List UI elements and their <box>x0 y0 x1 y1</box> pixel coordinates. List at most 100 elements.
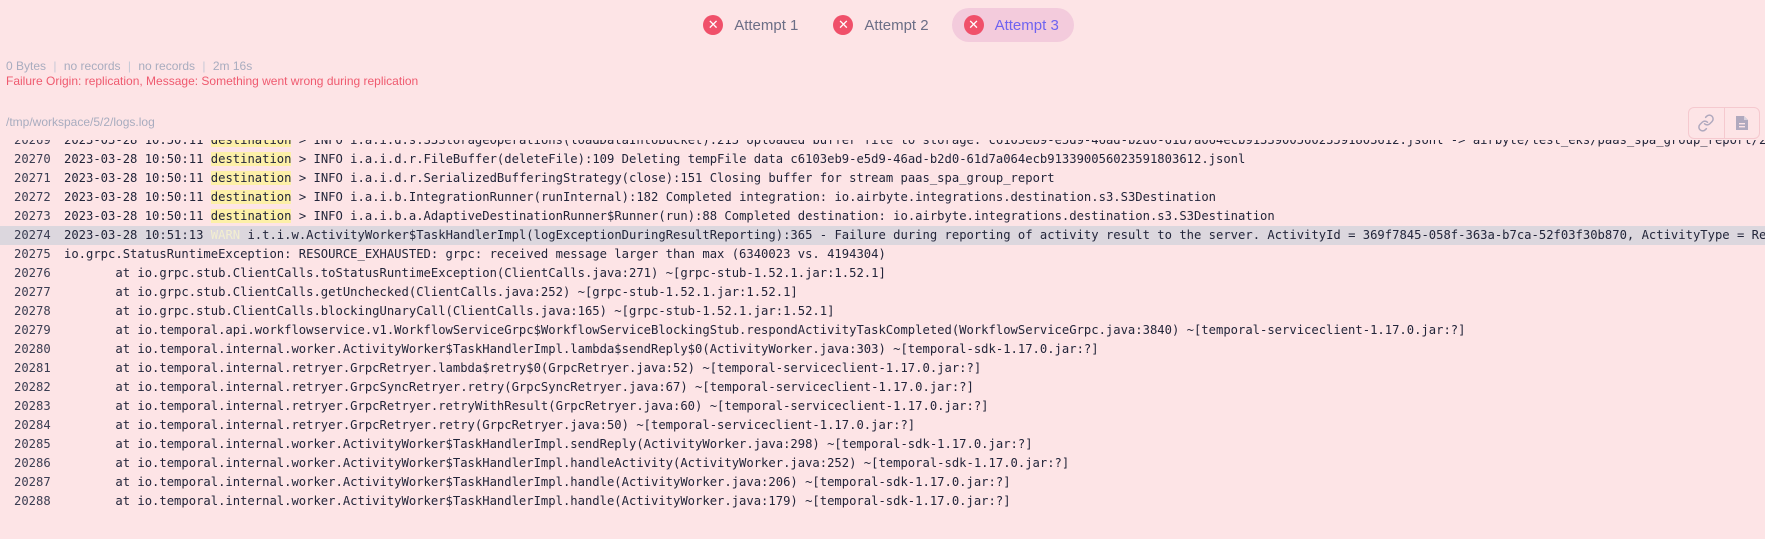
line-number: 20273 <box>14 209 51 223</box>
attempt-summary: 0 Bytes | no records | no records | 2m 1… <box>6 59 252 73</box>
records-emitted: no records <box>63 59 121 73</box>
x-circle-icon: ✕ <box>703 15 724 35</box>
log-message: io.grpc.StatusRuntimeException: RESOURCE… <box>64 247 886 261</box>
log-text: 2023-03-28 10:50:11 destination > INFO i… <box>64 188 1216 207</box>
line-number: 20275 <box>14 247 51 261</box>
log-text: 2023-03-28 10:51:13 WARN i.t.i.w.Activit… <box>64 226 1765 245</box>
x-circle-icon: ✕ <box>963 15 984 35</box>
log-line: 20269 2023-03-28 10:50:11 destination > I… <box>0 140 1765 150</box>
log-message: at io.temporal.internal.retryer.GrpcSync… <box>64 380 974 394</box>
log-text: at io.temporal.internal.worker.ActivityW… <box>64 473 1011 492</box>
log-message: at io.temporal.internal.worker.ActivityW… <box>64 342 1099 356</box>
log-message: > INFO i.a.i.b.IntegrationRunner(runInte… <box>291 190 1217 204</box>
log-line: 20271 2023-03-28 10:50:11 destination > I… <box>0 169 1765 188</box>
copy-link-button[interactable] <box>1689 108 1724 138</box>
log-message: i.t.i.w.ActivityWorker$TaskHandlerImpl(l… <box>240 228 1765 242</box>
tab-label: Attempt 2 <box>864 16 929 34</box>
log-message: > INFO i.a.i.d.r.FileBuffer(deleteFile):… <box>291 152 1246 166</box>
log-timestamp: 2023-03-28 10:50:11 <box>64 190 204 204</box>
log-line: 20276 at io.grpc.stub.ClientCalls.toStat… <box>0 264 1765 283</box>
log-text: at io.grpc.stub.ClientCalls.blockingUnar… <box>64 302 834 321</box>
log-text: at io.temporal.internal.worker.ActivityW… <box>64 454 1069 473</box>
log-timestamp: 2023-03-28 10:50:11 <box>64 140 204 147</box>
log-text: at io.temporal.api.workflowservice.v1.Wo… <box>64 321 1465 340</box>
x-circle-icon: ✕ <box>833 15 854 35</box>
log-line: 20284 at io.temporal.internal.retryer.Gr… <box>0 416 1765 435</box>
file-icon <box>1735 116 1748 130</box>
line-number: 20282 <box>14 380 51 394</box>
log-line: 20272 2023-03-28 10:50:11 destination > I… <box>0 188 1765 207</box>
log-source-tag: destination <box>210 190 292 204</box>
log-text: at io.temporal.internal.worker.ActivityW… <box>64 340 1099 359</box>
log-line: 20277 at io.grpc.stub.ClientCalls.getUnc… <box>0 283 1765 302</box>
tab-attempt-3[interactable]: ✕ Attempt 3 <box>951 8 1074 42</box>
log-message: at io.grpc.stub.ClientCalls.getUnchecked… <box>64 285 798 299</box>
tab-attempt-1[interactable]: ✕ Attempt 1 <box>691 8 813 42</box>
log-file-path: /tmp/workspace/5/2/logs.log <box>6 115 155 129</box>
line-number: 20276 <box>14 266 51 280</box>
line-number: 20274 <box>14 228 51 242</box>
log-line: 20275 io.grpc.StatusRuntimeException: RES… <box>0 245 1765 264</box>
log-message: at io.temporal.api.workflowservice.v1.Wo… <box>64 323 1466 337</box>
log-line: 20281 at io.temporal.internal.retryer.Gr… <box>0 359 1765 378</box>
log-text: at io.temporal.internal.retryer.GrpcRetr… <box>64 359 981 378</box>
line-number: 20281 <box>14 361 51 375</box>
log-text: 2023-03-28 10:50:11 destination > INFO i… <box>64 207 1275 226</box>
line-number: 20271 <box>14 171 51 185</box>
log-actions <box>1688 107 1760 139</box>
log-line: 20270 2023-03-28 10:50:11 destination > I… <box>0 150 1765 169</box>
log-text: io.grpc.StatusRuntimeException: RESOURCE… <box>64 245 886 264</box>
line-number: 20272 <box>14 190 51 204</box>
line-number: 20269 <box>14 140 51 147</box>
log-message: at io.temporal.internal.worker.ActivityW… <box>64 494 1011 508</box>
log-text: at io.grpc.stub.ClientCalls.toStatusRunt… <box>64 264 886 283</box>
line-number: 20270 <box>14 152 51 166</box>
log-message: > INFO i.a.i.d.r.SerializedBufferingStra… <box>291 171 1055 185</box>
log-source-tag: destination <box>210 171 292 185</box>
log-text: 2023-03-28 10:50:11 destination > INFO i… <box>64 169 1055 188</box>
log-text: 2023-03-28 10:50:11 destination > INFO i… <box>64 140 1765 150</box>
records-committed: no records <box>138 59 196 73</box>
log-message: at io.grpc.stub.ClientCalls.toStatusRunt… <box>64 266 886 280</box>
log-timestamp: 2023-03-28 10:50:11 <box>64 171 204 185</box>
link-icon <box>1698 114 1715 132</box>
log-text: at io.temporal.internal.retryer.GrpcRetr… <box>64 416 915 435</box>
log-text: at io.grpc.stub.ClientCalls.getUnchecked… <box>64 283 798 302</box>
log-message: at io.temporal.internal.worker.ActivityW… <box>64 437 1033 451</box>
line-number: 20278 <box>14 304 51 318</box>
line-number: 20284 <box>14 418 51 432</box>
line-number: 20280 <box>14 342 51 356</box>
line-number: 20288 <box>14 494 51 508</box>
log-line: 20282 at io.temporal.internal.retryer.Gr… <box>0 378 1765 397</box>
log-line: 20279 at io.temporal.api.workflowservice… <box>0 321 1765 340</box>
log-line: 20286 at io.temporal.internal.worker.Act… <box>0 454 1765 473</box>
log-line: 20283 at io.temporal.internal.retryer.Gr… <box>0 397 1765 416</box>
log-line: 20287 at io.temporal.internal.worker.Act… <box>0 473 1765 492</box>
tab-attempt-2[interactable]: ✕ Attempt 2 <box>821 8 943 42</box>
log-message: > INFO i.a.i.d.s.S3StorageOperations(loa… <box>291 140 1765 147</box>
log-line: 20285 at io.temporal.internal.worker.Act… <box>0 435 1765 454</box>
log-lines: 20269 2023-03-28 10:50:11 destination > I… <box>0 140 1765 511</box>
log-viewer[interactable]: 20269 2023-03-28 10:50:11 destination > I… <box>0 140 1765 530</box>
log-line: 20273 2023-03-28 10:50:11 destination > I… <box>0 207 1765 226</box>
line-number: 20286 <box>14 456 51 470</box>
log-text: at io.temporal.internal.worker.ActivityW… <box>64 435 1033 454</box>
failure-message: Failure Origin: replication, Message: So… <box>6 74 419 88</box>
tab-label: Attempt 3 <box>994 16 1059 34</box>
log-message: at io.temporal.internal.worker.ActivityW… <box>64 456 1070 470</box>
log-text: 2023-03-28 10:50:11 destination > INFO i… <box>64 150 1245 169</box>
log-text: at io.temporal.internal.retryer.GrpcRetr… <box>64 397 989 416</box>
log-timestamp: 2023-03-28 10:50:11 <box>64 152 204 166</box>
log-message: at io.temporal.internal.retryer.GrpcRetr… <box>64 399 989 413</box>
duration: 2m 16s <box>212 59 253 73</box>
log-message: > INFO i.a.i.b.a.AdaptiveDestinationRunn… <box>291 209 1275 223</box>
download-logs-button[interactable] <box>1723 108 1760 138</box>
separator: | <box>127 59 132 73</box>
log-source-tag: destination <box>210 152 292 166</box>
log-level-warn: WARN <box>210 228 241 242</box>
log-source-tag: destination <box>210 209 292 223</box>
line-number: 20277 <box>14 285 51 299</box>
log-line: 20288 at io.temporal.internal.worker.Act… <box>0 492 1765 511</box>
tab-label: Attempt 1 <box>734 16 799 34</box>
log-message: at io.temporal.internal.worker.ActivityW… <box>64 475 1011 489</box>
